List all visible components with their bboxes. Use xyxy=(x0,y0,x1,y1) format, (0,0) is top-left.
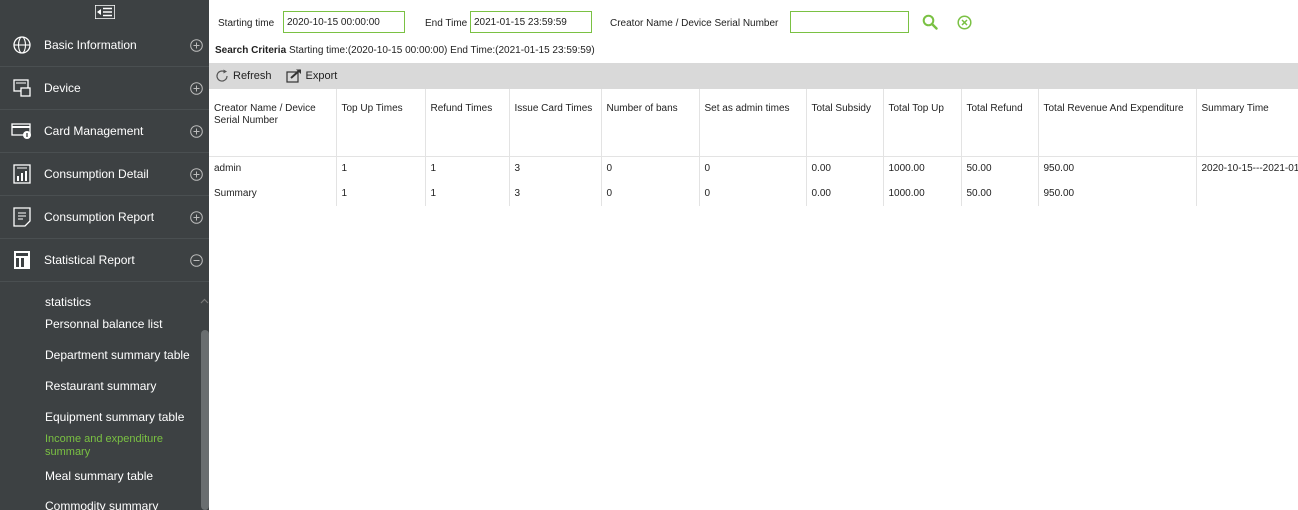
table-cell: 1 xyxy=(425,181,510,206)
table-cell: 50.00 xyxy=(961,181,1039,206)
end-time-input[interactable] xyxy=(470,11,592,33)
submenu-scrollbar[interactable] xyxy=(201,330,209,510)
table-cell: 1 xyxy=(425,156,510,181)
statistical-report-submenu: statistics Personnal balance list Depart… xyxy=(0,294,209,510)
table-cell: 0 xyxy=(699,181,807,206)
sidebar-item-label: Device xyxy=(44,81,81,95)
table-cell xyxy=(1196,181,1298,206)
search-bar: Starting time End Time Creator Name / De… xyxy=(209,0,1298,40)
table-cell: admin xyxy=(209,156,337,181)
table-cell: 0.00 xyxy=(806,181,884,206)
search-criteria: Search Criteria Starting time:(2020-10-1… xyxy=(215,45,595,56)
expand-icon[interactable] xyxy=(183,124,209,138)
sidebar-item-label: Basic Information xyxy=(44,38,137,52)
table-cell: 0 xyxy=(601,156,700,181)
column-header[interactable]: Issue Card Times xyxy=(509,89,602,157)
table-cell: 950.00 xyxy=(1038,156,1197,181)
report-icon xyxy=(0,250,44,270)
expand-icon[interactable] xyxy=(183,167,209,181)
refresh-button[interactable]: Refresh xyxy=(215,69,272,83)
collapse-icon[interactable] xyxy=(183,253,209,267)
sidebar-item-consumption-report[interactable]: Consumption Report xyxy=(0,196,209,239)
search-criteria-label: Search Criteria xyxy=(215,45,287,56)
subitem-statistics[interactable]: statistics xyxy=(0,296,196,309)
column-header[interactable]: Creator Name / Device Serial Number xyxy=(209,89,337,157)
column-header[interactable]: Total Top Up xyxy=(883,89,962,157)
subitem-restaurant-summary[interactable]: Restaurant summary xyxy=(0,380,196,393)
column-header[interactable]: Total Revenue And Expenditure xyxy=(1038,89,1197,157)
export-label: Export xyxy=(305,70,338,82)
toolbar: Refresh Export xyxy=(209,63,1298,89)
subitem-equipment-summary-table[interactable]: Equipment summary table xyxy=(0,411,196,424)
table-row[interactable]: Summary 1 1 3 0 0 0.00 1000.00 50.00 950… xyxy=(209,181,1298,206)
table-cell: 50.00 xyxy=(961,156,1039,181)
export-button[interactable]: Export xyxy=(285,69,338,83)
sidebar-item-card-management[interactable]: Card Management xyxy=(0,110,209,153)
sidebar-collapse-icon xyxy=(94,5,115,19)
scroll-up-icon[interactable] xyxy=(200,297,209,306)
expand-icon[interactable] xyxy=(183,38,209,52)
sidebar: Basic Information Device Card Management… xyxy=(0,0,209,510)
start-time-input[interactable] xyxy=(283,11,405,33)
clear-icon xyxy=(956,14,972,30)
table-cell: 0.00 xyxy=(806,156,884,181)
chart-bars-icon xyxy=(0,164,44,184)
column-header[interactable]: Summary Time xyxy=(1196,89,1298,157)
creator-input[interactable] xyxy=(790,11,909,33)
report-table-container: Creator Name / Device Serial Number Top … xyxy=(209,89,1298,510)
sidebar-item-consumption-detail[interactable]: Consumption Detail xyxy=(0,153,209,196)
document-icon xyxy=(0,207,44,227)
globe-icon xyxy=(0,35,44,55)
sidebar-item-label: Consumption Detail xyxy=(44,167,149,181)
sidebar-item-basic-information[interactable]: Basic Information xyxy=(0,24,209,67)
subitem-income-expenditure-summary[interactable]: Income and expenditure summary xyxy=(0,433,170,459)
device-icon xyxy=(0,78,44,98)
sidebar-toggle-button[interactable] xyxy=(0,0,209,24)
expand-icon[interactable] xyxy=(183,210,209,224)
subitem-commodity-summary[interactable]: Commodity summary xyxy=(0,500,196,510)
start-time-label: Starting time xyxy=(218,18,275,29)
subitem-meal-summary-table[interactable]: Meal summary table xyxy=(0,470,196,483)
table-cell: 1 xyxy=(336,181,426,206)
table-cell: 0 xyxy=(601,181,700,206)
table-cell: 3 xyxy=(509,156,602,181)
column-header[interactable]: Number of bans xyxy=(601,89,700,157)
clear-button[interactable] xyxy=(953,11,975,33)
table-row[interactable]: admin 1 1 3 0 0 0.00 1000.00 50.00 950.0… xyxy=(209,156,1298,181)
column-header[interactable]: Top Up Times xyxy=(336,89,426,157)
sidebar-item-label: Card Management xyxy=(44,124,144,138)
column-header[interactable]: Total Refund xyxy=(961,89,1039,157)
creator-label: Creator Name / Device Serial Number xyxy=(610,18,779,29)
table-cell: Summary xyxy=(209,181,337,206)
subitem-department-summary-table[interactable]: Department summary table xyxy=(0,349,196,362)
table-cell: 1 xyxy=(336,156,426,181)
column-header[interactable]: Refund Times xyxy=(425,89,510,157)
sidebar-item-label: Consumption Report xyxy=(44,210,155,224)
report-table: Creator Name / Device Serial Number Top … xyxy=(209,89,1298,206)
card-icon xyxy=(0,122,44,140)
table-cell: 2020-10-15---2021-01-15 xyxy=(1196,156,1298,181)
subitem-personnal-balance-list[interactable]: Personnal balance list xyxy=(0,318,196,331)
column-header[interactable]: Set as admin times xyxy=(699,89,807,157)
table-cell: 0 xyxy=(699,156,807,181)
end-time-label: End Time xyxy=(425,18,468,29)
search-button[interactable] xyxy=(919,11,941,33)
search-criteria-text: Starting time:(2020-10-15 00:00:00) End … xyxy=(288,45,595,56)
sidebar-item-label: Statistical Report xyxy=(44,253,135,267)
column-header[interactable]: Total Subsidy xyxy=(806,89,884,157)
sidebar-item-statistical-report[interactable]: Statistical Report xyxy=(0,239,209,282)
export-icon xyxy=(285,69,301,83)
table-cell: 1000.00 xyxy=(883,181,962,206)
refresh-label: Refresh xyxy=(233,70,272,82)
expand-icon[interactable] xyxy=(183,81,209,95)
table-cell: 1000.00 xyxy=(883,156,962,181)
table-header-row: Creator Name / Device Serial Number Top … xyxy=(209,89,1298,157)
table-cell: 950.00 xyxy=(1038,181,1197,206)
sidebar-item-device[interactable]: Device xyxy=(0,67,209,110)
table-cell: 3 xyxy=(509,181,602,206)
search-icon xyxy=(922,14,938,30)
refresh-icon xyxy=(216,69,228,82)
